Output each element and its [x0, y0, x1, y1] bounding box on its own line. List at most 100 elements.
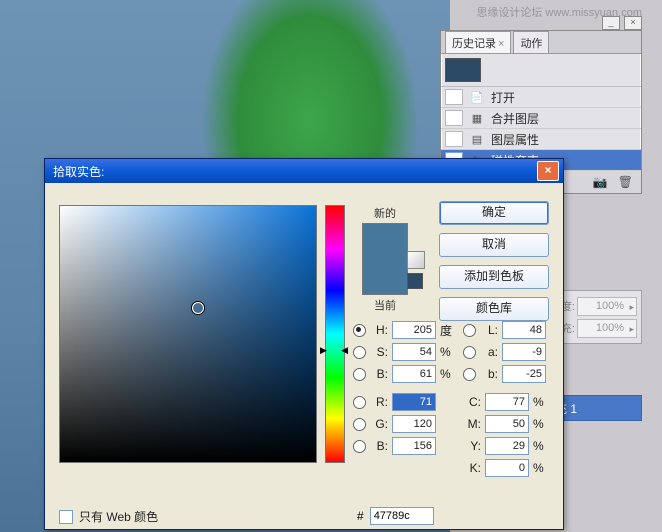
hue-slider[interactable]: [325, 205, 345, 463]
y-label: Y:: [463, 439, 481, 453]
m-unit: %: [533, 417, 547, 431]
tab-actions[interactable]: 动作: [513, 31, 549, 53]
c-unit: %: [533, 395, 547, 409]
panel-window-controls: _ ×: [442, 16, 642, 30]
s-label: S:: [370, 345, 388, 359]
m-row: M: 50 %: [463, 413, 563, 435]
b-lab-input[interactable]: -25: [502, 365, 546, 383]
hex-input[interactable]: 47789c: [370, 507, 434, 525]
h-radio[interactable]: [353, 324, 366, 337]
web-only-label: 只有 Web 颜色: [79, 508, 158, 525]
a-row: a: -9: [463, 341, 563, 363]
k-label: K:: [463, 461, 481, 475]
a-input[interactable]: -9: [502, 343, 546, 361]
b-lab-radio[interactable]: [463, 368, 476, 381]
panel-close-button[interactable]: ×: [624, 16, 642, 30]
history-checkbox[interactable]: [445, 131, 463, 147]
history-item-layerprops[interactable]: ▤ 图层属性: [441, 129, 641, 150]
y-unit: %: [533, 439, 547, 453]
a-label: a:: [480, 345, 498, 359]
delete-icon[interactable]: 🗑: [618, 175, 633, 189]
b-lab-label: b:: [480, 367, 498, 381]
history-item-open[interactable]: 📄 打开: [441, 87, 641, 108]
dialog-close-button[interactable]: ×: [537, 161, 559, 181]
c-label: C:: [463, 395, 481, 409]
color-swatch-box: [362, 223, 408, 295]
b-hsb-input[interactable]: 61: [392, 365, 436, 383]
color-preview: 新的 当前: [355, 205, 415, 313]
web-only-checkbox[interactable]: [59, 510, 73, 524]
web-colors-only: 只有 Web 颜色: [59, 508, 158, 525]
y-row: Y: 29 %: [463, 435, 563, 457]
history-snapshot-row[interactable]: [441, 54, 641, 87]
k-unit: %: [533, 461, 547, 475]
tab-close-icon[interactable]: ×: [498, 38, 504, 50]
new-color-swatch[interactable]: [363, 224, 407, 259]
k-row: K: 0 %: [463, 457, 563, 479]
y-input[interactable]: 29: [485, 437, 529, 455]
history-checkbox[interactable]: [445, 110, 463, 126]
history-item-merge[interactable]: ▦ 合并图层: [441, 108, 641, 129]
color-libraries-button[interactable]: 颜色库: [439, 297, 549, 321]
r-label: R:: [370, 395, 388, 409]
history-item-label: 合并图层: [491, 110, 539, 127]
l-input[interactable]: 48: [502, 321, 546, 339]
l-radio[interactable]: [463, 324, 476, 337]
history-checkbox[interactable]: [445, 89, 463, 105]
sv-cursor[interactable]: [192, 302, 204, 314]
dialog-title: 拾取实色:: [53, 163, 537, 180]
opacity-value[interactable]: 100%: [577, 297, 637, 316]
c-input[interactable]: 77: [485, 393, 529, 411]
b-hsb-label: B:: [370, 367, 388, 381]
r-radio[interactable]: [353, 396, 366, 409]
properties-icon: ▤: [469, 131, 485, 147]
h-input[interactable]: 205: [392, 321, 436, 339]
new-snapshot-icon[interactable]: 📷: [593, 175, 608, 189]
h-label: H:: [370, 323, 388, 337]
dialog-body: ▶◀ 新的 当前 确定 取消 添加到色板 颜色库: [45, 183, 563, 532]
snapshot-thumbnail: [445, 58, 481, 82]
panel-minimize-button[interactable]: _: [602, 16, 620, 30]
gamut-warning-icon[interactable]: [407, 251, 425, 269]
l-row: L: 48: [463, 319, 563, 341]
current-color-label: 当前: [355, 297, 415, 313]
file-icon: 📄: [469, 89, 485, 105]
b-hsb-radio[interactable]: [353, 368, 366, 381]
hue-pointer[interactable]: ▶◀: [320, 345, 348, 353]
current-color-swatch[interactable]: [363, 259, 407, 294]
b-lab-row: b: -25: [463, 363, 563, 385]
g-input[interactable]: 120: [392, 415, 436, 433]
ok-button[interactable]: 确定: [439, 201, 549, 225]
add-swatch-button[interactable]: 添加到色板: [439, 265, 549, 289]
b-hsb-unit: %: [440, 367, 454, 381]
fill-value[interactable]: 100%: [577, 319, 637, 338]
m-input[interactable]: 50: [485, 415, 529, 433]
hex-row: # 47789c: [357, 507, 434, 525]
g-radio[interactable]: [353, 418, 366, 431]
g-label: G:: [370, 417, 388, 431]
m-label: M:: [463, 417, 481, 431]
app-stage: 思缘设计论坛 www.missyuan.com _ × 历史记录× 动作 📄 打…: [0, 0, 662, 532]
l-label: L:: [480, 323, 498, 337]
new-color-label: 新的: [355, 205, 415, 221]
cancel-button[interactable]: 取消: [439, 233, 549, 257]
dialog-buttons: 确定 取消 添加到色板 颜色库: [439, 201, 549, 321]
saturation-value-picker[interactable]: [59, 205, 317, 463]
color-picker-dialog: 拾取实色: × ▶◀ 新的 当前 确定 取消 添加到色板: [44, 158, 564, 530]
s-unit: %: [440, 345, 454, 359]
s-radio[interactable]: [353, 346, 366, 359]
history-item-label: 打开: [491, 89, 515, 106]
tab-label: 历史记录: [452, 38, 496, 50]
k-input[interactable]: 0: [485, 459, 529, 477]
s-input[interactable]: 54: [392, 343, 436, 361]
a-radio[interactable]: [463, 346, 476, 359]
hex-label: #: [357, 509, 364, 523]
tab-history[interactable]: 历史记录×: [445, 31, 511, 53]
b-rgb-input[interactable]: 156: [392, 437, 436, 455]
b-rgb-label: B:: [370, 439, 388, 453]
websafe-swatch[interactable]: [407, 273, 423, 289]
dialog-titlebar[interactable]: 拾取实色: ×: [45, 159, 563, 183]
layers-icon: ▦: [469, 110, 485, 126]
r-input[interactable]: 71: [392, 393, 436, 411]
b-rgb-radio[interactable]: [353, 440, 366, 453]
